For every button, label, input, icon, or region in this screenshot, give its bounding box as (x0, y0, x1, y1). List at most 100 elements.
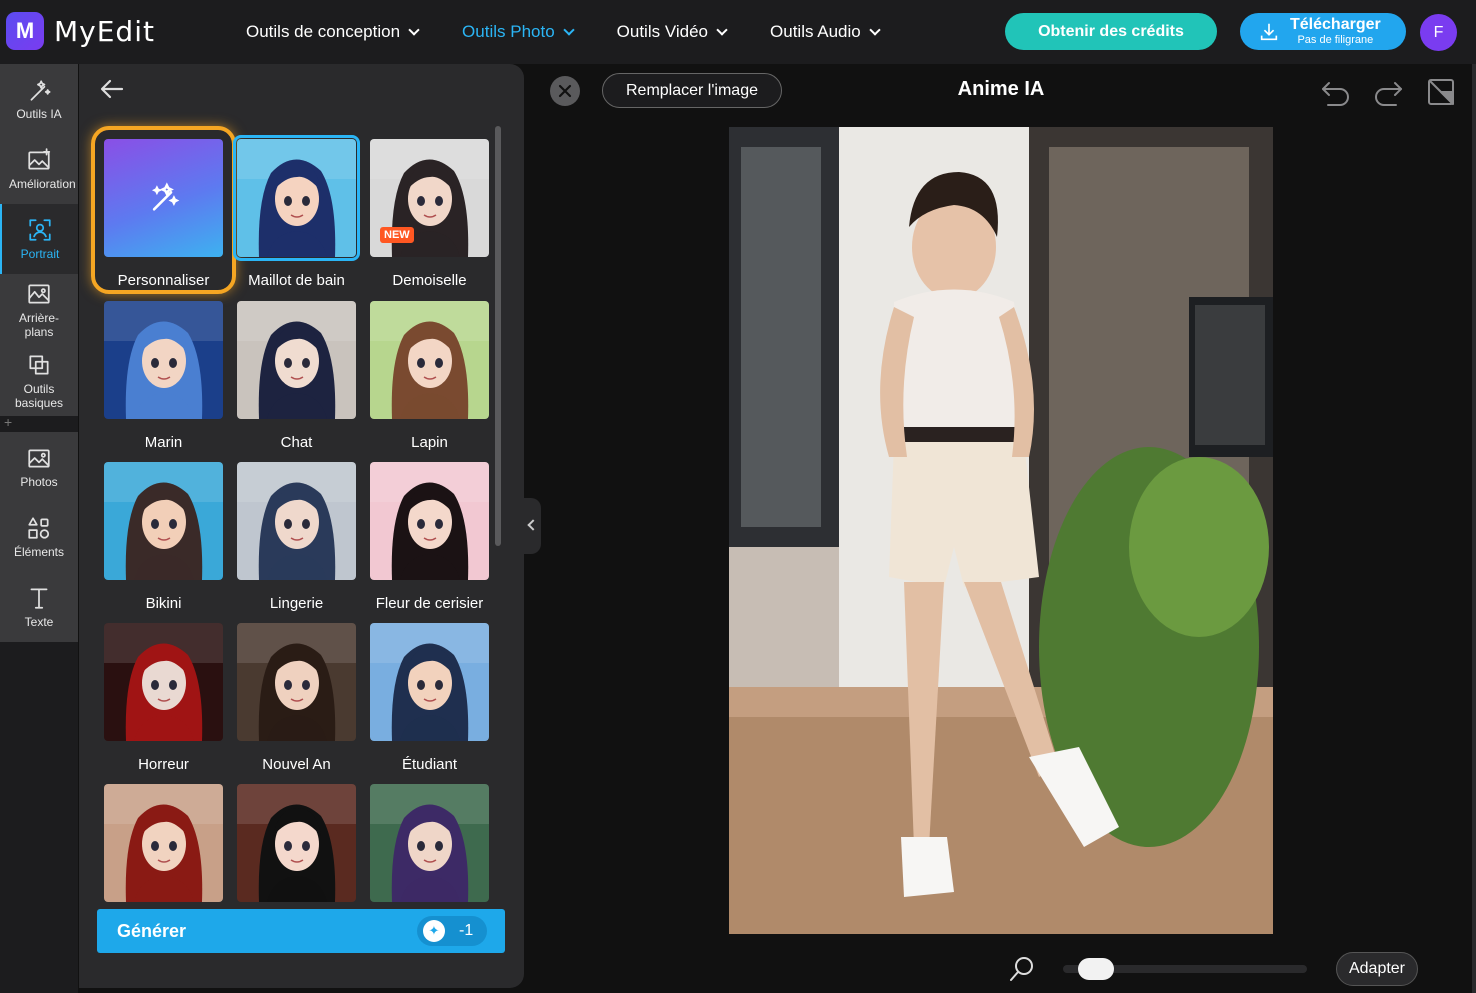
style-tile[interactable]: NEW Demoiselle (370, 139, 489, 289)
panel-scrollbar[interactable] (495, 126, 501, 546)
nav-item-outils-video[interactable]: Outils Vidéo (616, 22, 728, 42)
rail-item-label: Arrière-plans (18, 311, 59, 339)
style-label: Lapin (411, 434, 448, 451)
nav-item-outils-audio[interactable]: Outils Audio (770, 22, 881, 42)
chevron-down-icon (716, 24, 728, 36)
style-tile[interactable]: Maillot de bain (233, 135, 360, 289)
style-tile[interactable]: Marin (104, 301, 223, 451)
rail-item-photos[interactable]: Photos (0, 432, 78, 502)
anime-portrait-preview (237, 301, 356, 419)
back-arrow-icon[interactable] (99, 78, 125, 100)
style-tile-custom[interactable]: Personnaliser (91, 126, 236, 294)
style-thumbnail (104, 462, 223, 580)
style-tile[interactable]: Chat (237, 301, 356, 451)
fit-button[interactable]: Adapter (1336, 952, 1418, 986)
get-credits-button[interactable]: Obtenir des crédits (1005, 13, 1217, 50)
style-label: Bikini (145, 595, 182, 612)
rail-item-portrait[interactable]: Portrait (0, 204, 78, 274)
style-thumbnail (237, 784, 356, 902)
rail-item-outils-ia[interactable]: Outils IA (0, 64, 78, 134)
style-thumbnail (233, 135, 360, 261)
anime-portrait-preview (237, 139, 356, 257)
nav-item-outils-photo[interactable]: Outils Photo (462, 22, 575, 42)
anime-portrait-preview (104, 623, 223, 741)
anime-portrait-preview (370, 301, 489, 419)
anime-portrait-preview (104, 462, 223, 580)
style-tile[interactable]: Lingerie (237, 462, 356, 612)
logo-mark: M (6, 12, 44, 50)
plus-icon[interactable]: + (4, 414, 12, 430)
background-icon (28, 284, 50, 304)
zoom-slider[interactable] (1063, 958, 1307, 980)
download-button[interactable]: Télécharger Pas de filigrane (1240, 13, 1406, 50)
rail-item-amelioration[interactable]: Amélioration (0, 134, 78, 204)
credit-cost-badge: ✦ -1 (417, 916, 487, 946)
nav-item-label: Outils de conception (246, 22, 401, 41)
anime-portrait-preview (370, 784, 489, 902)
style-label: Nouvel An (262, 756, 331, 773)
style-thumbnail (237, 462, 356, 580)
rail-item-arriere-plans[interactable]: Arrière-plans (0, 274, 78, 346)
style-thumbnail: NEW (370, 139, 489, 257)
app-logo[interactable]: M MyEdit (6, 12, 155, 50)
credit-coin-icon: ✦ (423, 920, 445, 942)
main-nav: Outils de conception Outils Photo Outils V… (246, 0, 923, 64)
close-image-button[interactable] (550, 76, 580, 106)
style-thumbnail (370, 623, 489, 741)
style-tile[interactable] (370, 784, 489, 902)
rail-item-outils-basiques[interactable]: Outils basiques (0, 346, 78, 416)
chevron-down-icon (869, 24, 881, 36)
text-icon (30, 588, 48, 609)
generate-button[interactable]: Générer ✦ -1 (97, 909, 505, 953)
rail-item-label: Texte (24, 614, 54, 629)
style-thumbnail (104, 301, 223, 419)
rail-separator: + (0, 414, 78, 432)
download-icon (1260, 23, 1278, 40)
rail-group-tools: Outils IA Amélioration Portrait Arrière-pla… (0, 64, 78, 416)
anime-portrait-preview (370, 462, 489, 580)
style-tile[interactable] (104, 784, 223, 902)
generate-label: Générer (117, 920, 187, 941)
style-thumbnail (104, 784, 223, 902)
redo-icon[interactable] (1372, 77, 1404, 107)
chevron-left-icon (527, 519, 539, 531)
user-avatar[interactable]: F (1420, 14, 1457, 51)
zoom-icon[interactable] (1008, 955, 1036, 983)
style-thumbnail (370, 462, 489, 580)
zoom-slider-handle[interactable] (1077, 958, 1114, 980)
rail-item-label: Outils basiques (14, 382, 64, 410)
tool-rail: Outils IA Amélioration Portrait Arrière-pla… (0, 64, 78, 993)
style-tile[interactable]: Lapin (370, 301, 489, 451)
style-thumbnail (370, 301, 489, 419)
style-tile[interactable] (237, 784, 356, 902)
nav-item-label: Outils Photo (462, 22, 555, 41)
replace-image-button[interactable]: Remplacer l'image (602, 73, 782, 108)
style-thumbnail (370, 784, 489, 902)
image-enhance-icon (28, 148, 51, 170)
style-tile[interactable]: Fleur de cerisier (370, 462, 489, 612)
nav-item-label: Outils Vidéo (616, 22, 709, 41)
style-tile[interactable]: Bikini (104, 462, 223, 612)
new-badge: NEW (380, 227, 414, 243)
rail-item-elements[interactable]: Éléments (0, 502, 78, 572)
app-name: MyEdit (54, 14, 155, 48)
undo-icon[interactable] (1320, 77, 1352, 107)
compare-icon[interactable] (1425, 77, 1457, 107)
nav-item-outils-de-conception[interactable]: Outils de conception (246, 22, 420, 42)
rail-item-texte[interactable]: Texte (0, 572, 78, 642)
close-icon (558, 84, 572, 98)
style-label: Fleur de cerisier (375, 595, 484, 612)
collapse-panel-tab[interactable] (523, 498, 541, 554)
portrait-icon (29, 219, 51, 241)
anime-portrait-preview (237, 462, 356, 580)
style-tile[interactable]: Nouvel An (237, 623, 356, 773)
style-label: Lingerie (269, 595, 324, 612)
top-bar: M MyEdit Outils de conception Outils Phot… (0, 0, 1476, 64)
elements-icon (28, 517, 50, 539)
style-tile[interactable]: Horreur (104, 623, 223, 773)
style-tile[interactable]: Étudiant (370, 623, 489, 773)
anime-portrait-preview (237, 623, 356, 741)
custom-style-thumbnail (104, 139, 223, 257)
uploaded-photo (729, 127, 1273, 934)
style-label: Chat (280, 434, 313, 451)
